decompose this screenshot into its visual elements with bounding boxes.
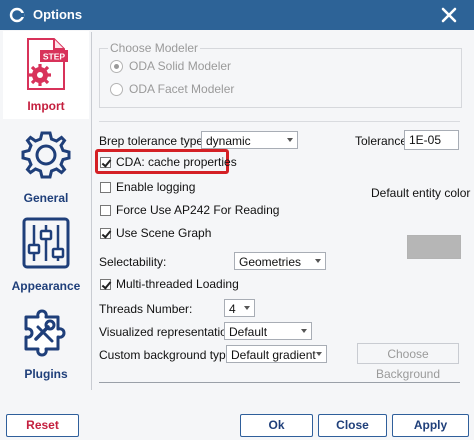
chevron-down-icon [301,329,307,333]
radio-button[interactable] [110,82,123,96]
selectability-label: Selectability: [99,255,167,269]
default-entity-color-swatch[interactable] [407,235,461,259]
visualized-representation-select[interactable]: Default [224,322,312,340]
selectability-select[interactable]: Geometries [234,252,326,270]
use-scene-graph-checkbox[interactable]: Use Scene Graph [100,226,211,240]
tolerance-input[interactable]: 1E-05 [404,130,459,150]
checkbox-label: CDA: cache properties [116,155,237,169]
sidebar-item-general[interactable]: General [3,123,89,211]
custom-background-label: Custom background type: [99,348,236,362]
svg-text:STEP: STEP [43,52,66,62]
enable-logging-checkbox[interactable]: Enable logging [100,180,195,194]
checkbox-label: Enable logging [116,180,196,194]
step-file-import-icon: STEP [27,38,68,90]
app-logo-icon [9,7,25,23]
brep-tolerance-select[interactable]: dynamic [201,131,298,149]
group-legend: Choose Modeler [108,41,201,55]
title-bar: Options [0,0,474,30]
import-settings-panel: Choose Modeler ODA Solid Modeler ODA Fac… [90,31,470,391]
category-sidebar: STEP Import General Appearance Plugins [3,31,89,391]
sidebar-item-label: Plugins [24,367,68,381]
gear-icon [21,131,71,179]
radio-label: ODA Facet Modeler [129,82,235,96]
radio-oda-facet-modeler[interactable]: ODA Facet Modeler [110,82,234,96]
ok-button[interactable]: Ok [240,414,313,437]
threads-number-label: Threads Number: [99,302,193,316]
checkbox[interactable] [100,278,111,290]
checkbox[interactable] [100,181,111,193]
default-entity-color-label: Default entity color [371,186,471,200]
sliders-icon [22,217,70,269]
apply-button[interactable]: Apply [392,414,469,437]
sidebar-item-appearance[interactable]: Appearance [3,211,89,299]
brep-tolerance-label: Brep tolerance type: [99,134,207,148]
sidebar-item-label: General [23,191,69,205]
threads-number-select[interactable]: 4 [224,299,255,317]
multi-threaded-loading-checkbox[interactable]: Multi-threaded Loading [100,277,239,291]
choose-background-button[interactable]: Choose Background [357,343,459,381]
checkbox[interactable] [100,156,111,168]
force-ap242-checkbox[interactable]: Force Use AP242 For Reading [100,203,279,217]
chevron-down-icon [316,352,322,356]
divider [99,121,460,122]
modeler-group: Choose Modeler ODA Solid Modeler ODA Fac… [99,41,462,108]
sidebar-item-import[interactable]: STEP Import [3,31,89,119]
visualized-representation-label: Visualized representation: [99,325,237,339]
sidebar-item-label: Appearance [11,279,81,293]
checkbox[interactable] [100,204,111,216]
tolerance-label: Tolerance: [355,134,411,148]
chevron-down-icon [287,138,293,142]
chevron-down-icon [315,259,321,263]
checkbox[interactable] [100,227,111,239]
checkbox-label: Use Scene Graph [116,226,212,240]
options-dialog: Options STEP Import General Appearance P… [0,0,474,440]
radio-oda-solid-modeler[interactable]: ODA Solid Modeler [110,59,231,73]
radio-button[interactable] [110,59,123,73]
close-icon[interactable] [438,4,460,26]
checkbox-label: Force Use AP242 For Reading [116,203,280,217]
custom-background-select[interactable]: Default gradient [226,345,327,363]
radio-label: ODA Solid Modeler [129,59,232,73]
close-button[interactable]: Close [318,414,387,437]
checkbox-label: Multi-threaded Loading [116,277,239,291]
cda-cache-checkbox[interactable]: CDA: cache properties [100,155,237,169]
divider [99,382,460,383]
reset-button[interactable]: Reset [6,414,79,437]
chevron-down-icon [244,306,250,310]
window-title: Options [33,7,83,22]
sidebar-item-plugins[interactable]: Plugins [3,299,89,387]
puzzle-icon [24,309,66,357]
sidebar-item-label: Import [27,99,65,113]
